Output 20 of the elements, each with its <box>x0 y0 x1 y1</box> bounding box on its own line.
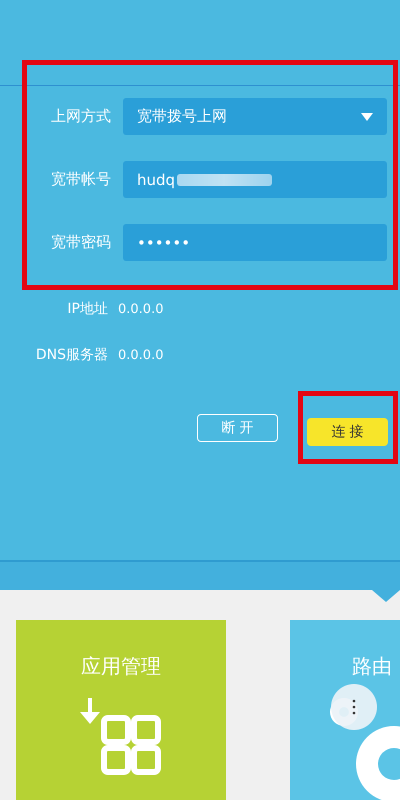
dropdown-field[interactable]: 宽带拨号上网 <box>123 98 387 135</box>
field-label: 上网方式 <box>50 107 112 126</box>
field-label: 宽带帐号 <box>50 170 112 189</box>
info-label: DNS服务器 <box>34 346 109 364</box>
tile-title: 路由 <box>351 653 392 680</box>
dropdown-arrow-icon <box>361 112 373 120</box>
menu-tile[interactable]: 应用管理 <box>16 620 226 800</box>
connect-button[interactable]: 连 接 <box>307 418 388 446</box>
disconnect-button[interactable]: 断 开 <box>197 414 278 442</box>
info-value: 0.0.0.0 <box>118 302 164 316</box>
field-label: 宽带密码 <box>50 233 112 252</box>
tile-title: 应用管理 <box>81 653 161 680</box>
more-icon <box>352 699 356 715</box>
apps-download-icon <box>78 698 164 778</box>
info-label: IP地址 <box>66 300 109 318</box>
input-field[interactable]: hudq <box>123 161 387 198</box>
menu-tile[interactable]: 路由 <box>290 620 400 800</box>
floating-menu-button[interactable] <box>331 684 377 730</box>
info-value: 0.0.0.0 <box>118 348 164 362</box>
password-field[interactable]: •••••• <box>123 224 387 261</box>
